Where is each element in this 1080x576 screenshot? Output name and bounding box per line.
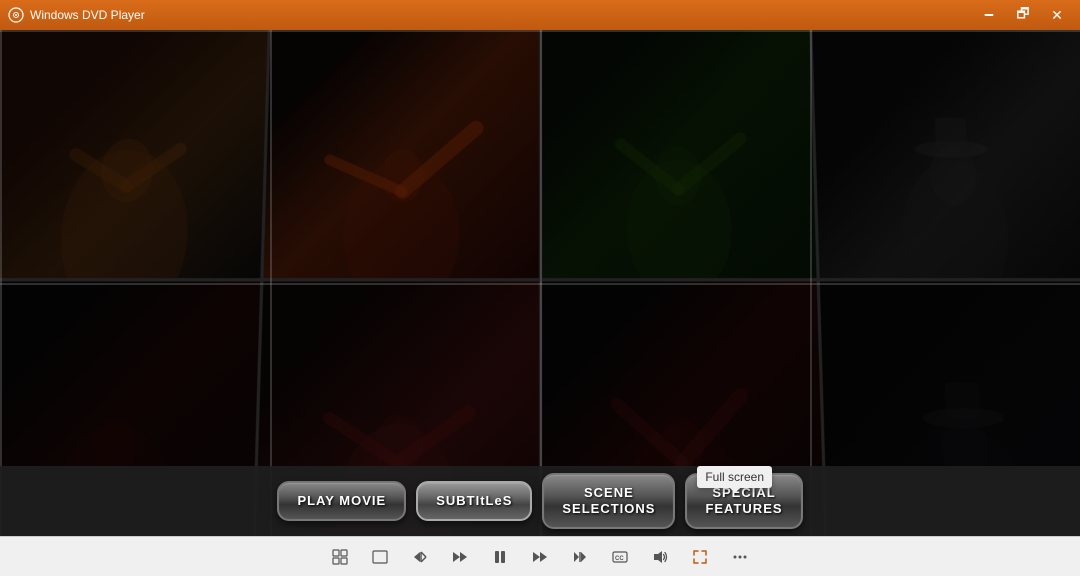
svg-text:CC: CC xyxy=(615,556,624,562)
fullscreen-icon xyxy=(692,549,708,565)
menu-panel xyxy=(263,30,538,278)
app-title: Windows DVD Player xyxy=(30,8,145,22)
titlebar-left: Windows DVD Player xyxy=(8,7,145,23)
special-features-button[interactable]: SPECIAL FEATURES xyxy=(685,473,802,528)
pause-icon xyxy=(492,549,508,565)
cc-icon: CC xyxy=(612,549,628,565)
pause-button[interactable] xyxy=(486,543,514,571)
next-chapter-icon xyxy=(572,549,588,565)
more-options-icon xyxy=(732,549,748,565)
aspect-ratio-button[interactable] xyxy=(366,543,394,571)
rewind-button[interactable] xyxy=(446,543,474,571)
fullscreen-button[interactable] xyxy=(686,543,714,571)
scene-selections-button[interactable]: SCENE SELECTIONS xyxy=(542,473,675,528)
previous-chapter-icon xyxy=(412,549,428,565)
more-options-button[interactable] xyxy=(726,543,754,571)
volume-icon xyxy=(652,549,668,565)
controls-bar: CC xyxy=(0,536,1080,576)
closed-captions-button[interactable]: CC xyxy=(606,543,634,571)
aspect-ratio-icon xyxy=(372,549,388,565)
rewind-icon xyxy=(452,549,468,565)
minimize-button[interactable]: 🗕 xyxy=(974,5,1004,25)
menu-buttons-area: PLAY MOVIE SUBTItLeS SCENE SELECTIONS SP… xyxy=(0,466,1080,536)
close-button[interactable]: ✕ xyxy=(1042,5,1072,25)
next-chapter-button[interactable] xyxy=(566,543,594,571)
dvd-menu-background xyxy=(0,30,1080,536)
app-icon xyxy=(8,7,24,23)
menu-panel xyxy=(0,30,268,278)
fast-forward-button[interactable] xyxy=(526,543,554,571)
menu-panel xyxy=(542,30,817,278)
volume-button[interactable] xyxy=(646,543,674,571)
chapter-view-icon xyxy=(332,549,348,565)
maximize-button[interactable]: 🗗 xyxy=(1008,5,1038,25)
fast-forward-icon xyxy=(532,549,548,565)
titlebar-controls: 🗕 🗗 ✕ xyxy=(974,5,1072,25)
subtitles-button[interactable]: SUBTItLeS xyxy=(416,481,532,521)
chapter-view-button[interactable] xyxy=(326,543,354,571)
play-movie-button[interactable]: PLAY MOVIE xyxy=(277,481,406,521)
titlebar: Windows DVD Player 🗕 🗗 ✕ xyxy=(0,0,1080,30)
menu-panel xyxy=(812,30,1080,278)
previous-chapter-button[interactable] xyxy=(406,543,434,571)
main-content: PLAY MOVIE SUBTItLeS SCENE SELECTIONS SP… xyxy=(0,30,1080,536)
